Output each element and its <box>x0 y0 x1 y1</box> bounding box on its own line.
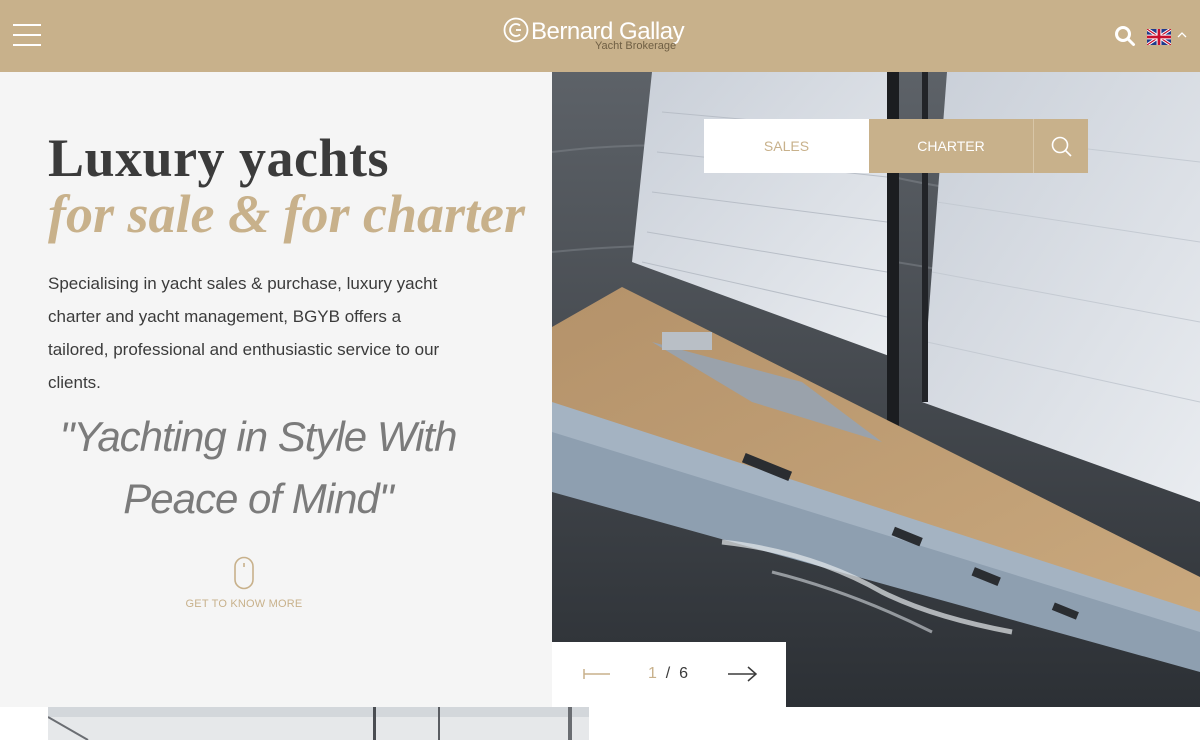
tab-charter[interactable]: CHARTER <box>869 119 1033 173</box>
hero-subtitle: for sale & for charter <box>48 184 525 244</box>
arrow-left-icon[interactable] <box>582 664 612 684</box>
get-to-know-more-link[interactable]: GET TO KNOW MORE <box>148 598 340 610</box>
logo-subtitle: Yacht Brokerage <box>595 40 677 52</box>
slide-current: 1 <box>647 665 657 682</box>
hamburger-menu-icon[interactable] <box>13 24 41 48</box>
chevron-up-icon[interactable] <box>1176 29 1188 41</box>
logo-mark-icon <box>503 17 529 43</box>
hero-text-panel: Luxury yachts for sale & for charter Spe… <box>0 72 552 707</box>
arrow-right-icon[interactable] <box>726 664 758 684</box>
hero-intro-text: Specialising in yacht sales & purchase, … <box>48 274 440 392</box>
slider-pager: 1 / 6 <box>552 642 786 707</box>
site-logo[interactable]: Bernard Gallay Yacht Brokerage <box>503 16 703 56</box>
slide-separator: / <box>665 665 671 682</box>
hero-title: Luxury yachts <box>48 128 390 188</box>
search-icon <box>1051 136 1072 157</box>
tab-sales[interactable]: SALES <box>704 119 869 173</box>
hero-quote-line-2: Peace of Mind" <box>123 475 393 522</box>
hero-quote-line-1: "Yachting in Style With <box>59 413 458 460</box>
uk-flag-icon[interactable] <box>1147 29 1171 45</box>
mouse-scroll-icon[interactable] <box>233 556 255 590</box>
lower-section-image <box>48 707 589 740</box>
header-bar: Bernard Gallay Yacht Brokerage <box>0 0 1200 72</box>
search-icon[interactable] <box>1114 25 1136 47</box>
slide-total: 6 <box>679 665 689 682</box>
tab-search-button[interactable] <box>1033 119 1088 173</box>
slide-counter: 1 / 6 <box>638 665 698 683</box>
search-tabs: SALES CHARTER <box>704 119 1088 173</box>
lower-yacht-image <box>48 707 589 740</box>
hero-quote: "Yachting in Style With Peace of Mind" <box>48 406 468 530</box>
